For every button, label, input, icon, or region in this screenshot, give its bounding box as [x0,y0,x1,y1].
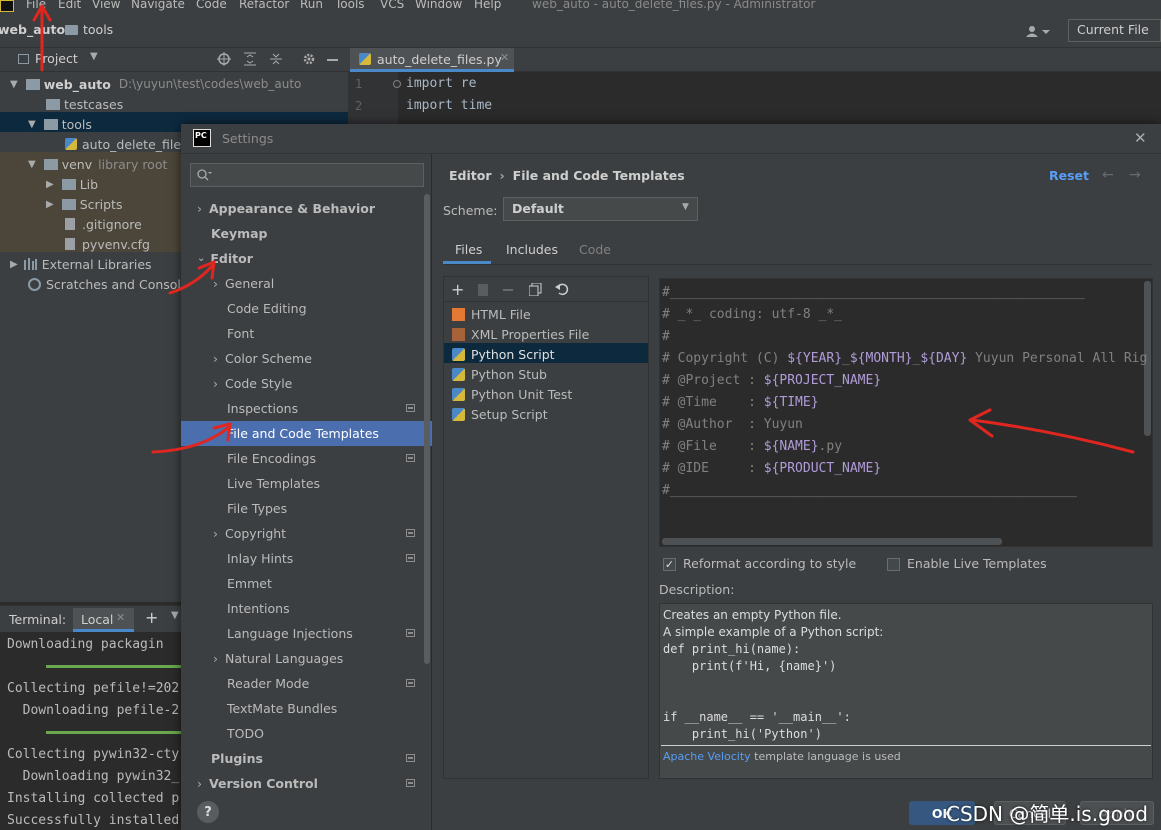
arrow-annotation [168,264,214,295]
annotation-arrows [32,4,1135,454]
arrow-annotation [151,426,230,454]
arrow-annotation [970,418,1135,454]
